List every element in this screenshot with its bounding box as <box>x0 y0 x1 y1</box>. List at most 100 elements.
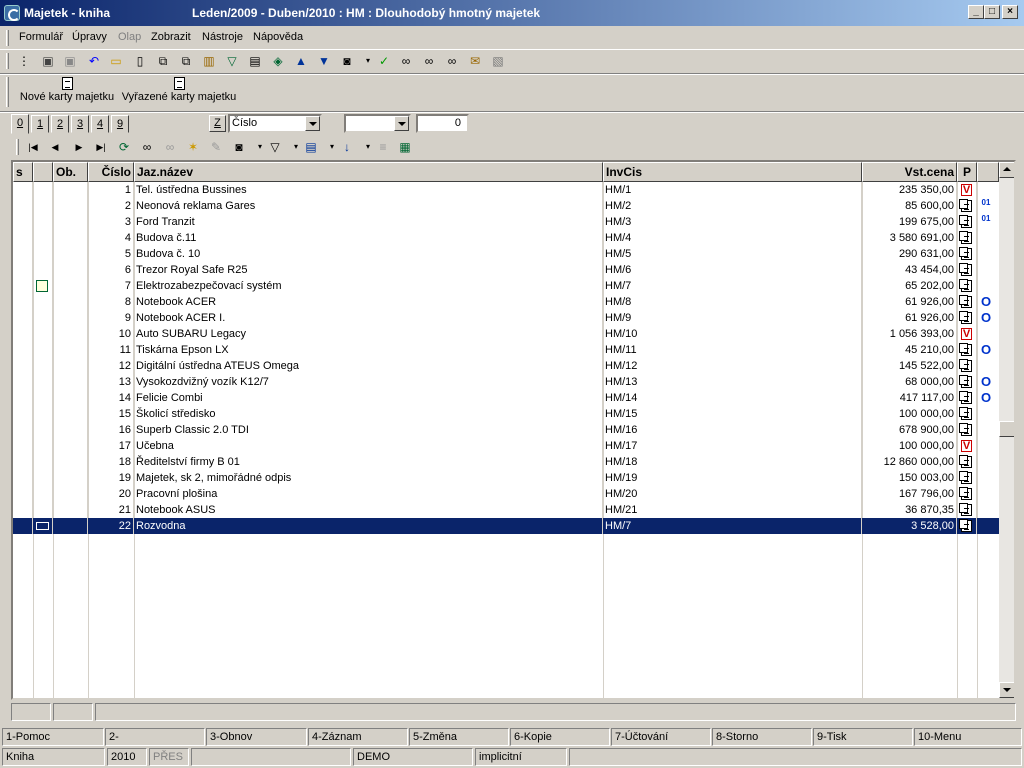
f2-key[interactable]: 2- <box>105 728 205 746</box>
undo-icon[interactable]: ↶ <box>86 53 102 69</box>
table-row[interactable]: 6 Trezor Royal Safe R25 HM/6 43 454,00 <box>13 262 999 278</box>
next-record-icon[interactable]: ▶ <box>71 139 87 155</box>
arrow-down-icon[interactable]: ▼ <box>316 53 332 69</box>
stack-icon[interactable]: ◈ <box>270 53 286 69</box>
table-row[interactable]: 22 Rozvodna HM/7 3 528,00 <box>13 518 999 534</box>
menu-zobrazit[interactable]: Zobrazit <box>151 31 191 43</box>
table-row[interactable]: 5 Budova č. 10 HM/5 290 631,00 <box>13 246 999 262</box>
tab-4[interactable]: 4 <box>91 115 109 133</box>
header-cislo[interactable]: Číslo <box>88 162 134 182</box>
save-icon[interactable]: ▣ <box>40 53 56 69</box>
header-blank[interactable] <box>33 162 53 182</box>
minimize-button[interactable]: _ <box>968 5 984 19</box>
menu-olap[interactable]: Olap <box>118 31 141 43</box>
search-disabled-icon[interactable]: ∞ <box>162 139 178 155</box>
binoculars-icon[interactable]: ∞ <box>398 53 414 69</box>
funnel-dropdown-icon[interactable]: ▾ <box>288 139 304 155</box>
table-row[interactable]: 16 Superb Classic 2.0 TDI HM/16 678 900,00 <box>13 422 999 438</box>
snapshot-dropdown-icon[interactable]: ▾ <box>252 139 268 155</box>
binoculars-next-icon[interactable]: ∞ <box>421 53 437 69</box>
first-record-icon[interactable]: |◀ <box>25 139 41 155</box>
new-record-icon[interactable]: ✶ <box>185 139 201 155</box>
scroll-down-button[interactable] <box>999 682 1014 698</box>
header-nazev[interactable]: Jaz.název <box>134 162 603 182</box>
f3-refresh-key[interactable]: 3-Obnov <box>206 728 307 746</box>
f7-accounting-key[interactable]: 7-Účtování <box>611 728 711 746</box>
close-button[interactable]: × <box>1002 5 1018 19</box>
nav-grip[interactable] <box>16 139 19 155</box>
camera-dropdown-icon[interactable]: ▾ <box>360 53 376 69</box>
f6-copy-key[interactable]: 6-Kopie <box>510 728 610 746</box>
f5-change-key[interactable]: 5-Změna <box>409 728 509 746</box>
columns-icon[interactable]: ▤ <box>303 139 319 155</box>
filter-icon[interactable]: ▽ <box>224 53 240 69</box>
sort-field-combo[interactable]: Číslo <box>228 114 322 133</box>
check-icon[interactable]: ✓ <box>376 53 392 69</box>
table-row[interactable]: 18 Ředitelství firmy B 01 HM/18 12 860 000,… <box>13 454 999 470</box>
table-row[interactable]: 14 Felicie Combi HM/14 417 117,00 O <box>13 390 999 406</box>
binoculars-all-icon[interactable]: ∞ <box>444 53 460 69</box>
f9-print-key[interactable]: 9-Tisk <box>813 728 913 746</box>
list-icon[interactable]: ≡ <box>375 139 391 155</box>
filter-list-icon[interactable]: ▤ <box>247 53 263 69</box>
table-row[interactable]: 2 Neonová reklama Gares HM/2 85 600,00 01 <box>13 198 999 214</box>
tab-9[interactable]: 9 <box>111 115 129 133</box>
table-row[interactable]: 12 Digitální ústředna ATEUS Omega HM/12 145… <box>13 358 999 374</box>
book-icon[interactable]: ▥ <box>201 53 217 69</box>
table-row[interactable]: 3 Ford Tranzit HM/3 199 675,00 01 <box>13 214 999 230</box>
sort-dropdown-icon[interactable]: ▾ <box>360 139 376 155</box>
menu-nastroje[interactable]: Nástroje <box>202 31 243 43</box>
tab-3[interactable]: 3 <box>71 115 89 133</box>
header-p[interactable]: P <box>957 162 977 182</box>
columns-dropdown-icon[interactable]: ▾ <box>324 139 340 155</box>
cards-toolbar-grip[interactable] <box>6 77 9 107</box>
open-folder-icon[interactable]: ▭ <box>108 53 124 69</box>
table-row[interactable]: 8 Notebook ACER HM/8 61 926,00 O <box>13 294 999 310</box>
chevron-down-icon[interactable] <box>394 116 409 131</box>
vertical-scrollbar[interactable] <box>999 162 1014 698</box>
notes-icon[interactable]: ▧ <box>490 53 506 69</box>
f8-cancel-key[interactable]: 8-Storno <box>712 728 812 746</box>
chevron-down-icon[interactable] <box>305 116 320 131</box>
arrow-up-icon[interactable]: ▲ <box>293 53 309 69</box>
search-icon[interactable]: ∞ <box>139 139 155 155</box>
scroll-thumb[interactable] <box>999 421 1014 437</box>
header-ob[interactable]: Ob. <box>53 162 88 182</box>
mail-icon[interactable]: ✉ <box>467 53 483 69</box>
refresh-icon[interactable]: ⟳ <box>116 139 132 155</box>
table-row[interactable]: 13 Vysokozdvižný vozík K12/7 HM/13 68 000,0… <box>13 374 999 390</box>
prev-record-icon[interactable]: ◀ <box>47 139 63 155</box>
tab-1[interactable]: 1 <box>31 115 49 133</box>
toolbar-grip[interactable] <box>6 53 9 69</box>
table-row[interactable]: 21 Notebook ASUS HM/21 36 870,35 <box>13 502 999 518</box>
header-extra[interactable] <box>977 162 999 182</box>
discarded-cards-button[interactable]: Vyřazené karty majetku <box>120 77 238 111</box>
table-row[interactable]: 17 Učebna HM/17 100 000,00 V <box>13 438 999 454</box>
f10-menu-key[interactable]: 10-Menu <box>914 728 1022 746</box>
last-record-icon[interactable]: ▶| <box>93 139 109 155</box>
maximize-button[interactable]: □ <box>984 5 1000 19</box>
tab-2[interactable]: 2 <box>51 115 69 133</box>
menu-upravy[interactable]: Úpravy <box>72 31 107 43</box>
table-row[interactable]: 20 Pracovní plošina HM/20 167 796,00 <box>13 486 999 502</box>
edit-record-icon[interactable]: ✎ <box>208 139 224 155</box>
table-row[interactable]: 15 Školicí středisko HM/15 100 000,00 <box>13 406 999 422</box>
scroll-up-button[interactable] <box>999 162 1014 178</box>
new-cards-button[interactable]: Nové karty majetku <box>18 77 116 111</box>
f1-help-key[interactable]: 1-Pomoc <box>2 728 104 746</box>
table-row[interactable]: 19 Majetek, sk 2, mimořádné odpis HM/19 150… <box>13 470 999 486</box>
tab-0[interactable]: 0 <box>11 114 29 134</box>
camera-icon[interactable]: ◙ <box>339 53 355 69</box>
table-row[interactable]: 11 Tiskárna Epson LX HM/11 45 210,00 O <box>13 342 999 358</box>
sort-az-icon[interactable]: ↓ <box>339 139 355 155</box>
tree-icon[interactable]: ⋮ <box>16 53 32 69</box>
table-row[interactable]: 4 Budova č.11 HM/4 3 580 691,00 <box>13 230 999 246</box>
records-grid[interactable]: s Ob. Číslo Jaz.název InvCis Vst.cena P … <box>11 160 1016 700</box>
menu-formular[interactable]: Formulář <box>19 31 63 43</box>
secondary-combo[interactable] <box>344 114 411 133</box>
sort-z-button[interactable]: Z <box>209 115 226 132</box>
menu-napoveda[interactable]: Nápověda <box>253 31 303 43</box>
funnel-icon[interactable]: ▽ <box>267 139 283 155</box>
app-icon[interactable] <box>4 5 20 21</box>
save-as-icon[interactable]: ▣ <box>62 53 78 69</box>
